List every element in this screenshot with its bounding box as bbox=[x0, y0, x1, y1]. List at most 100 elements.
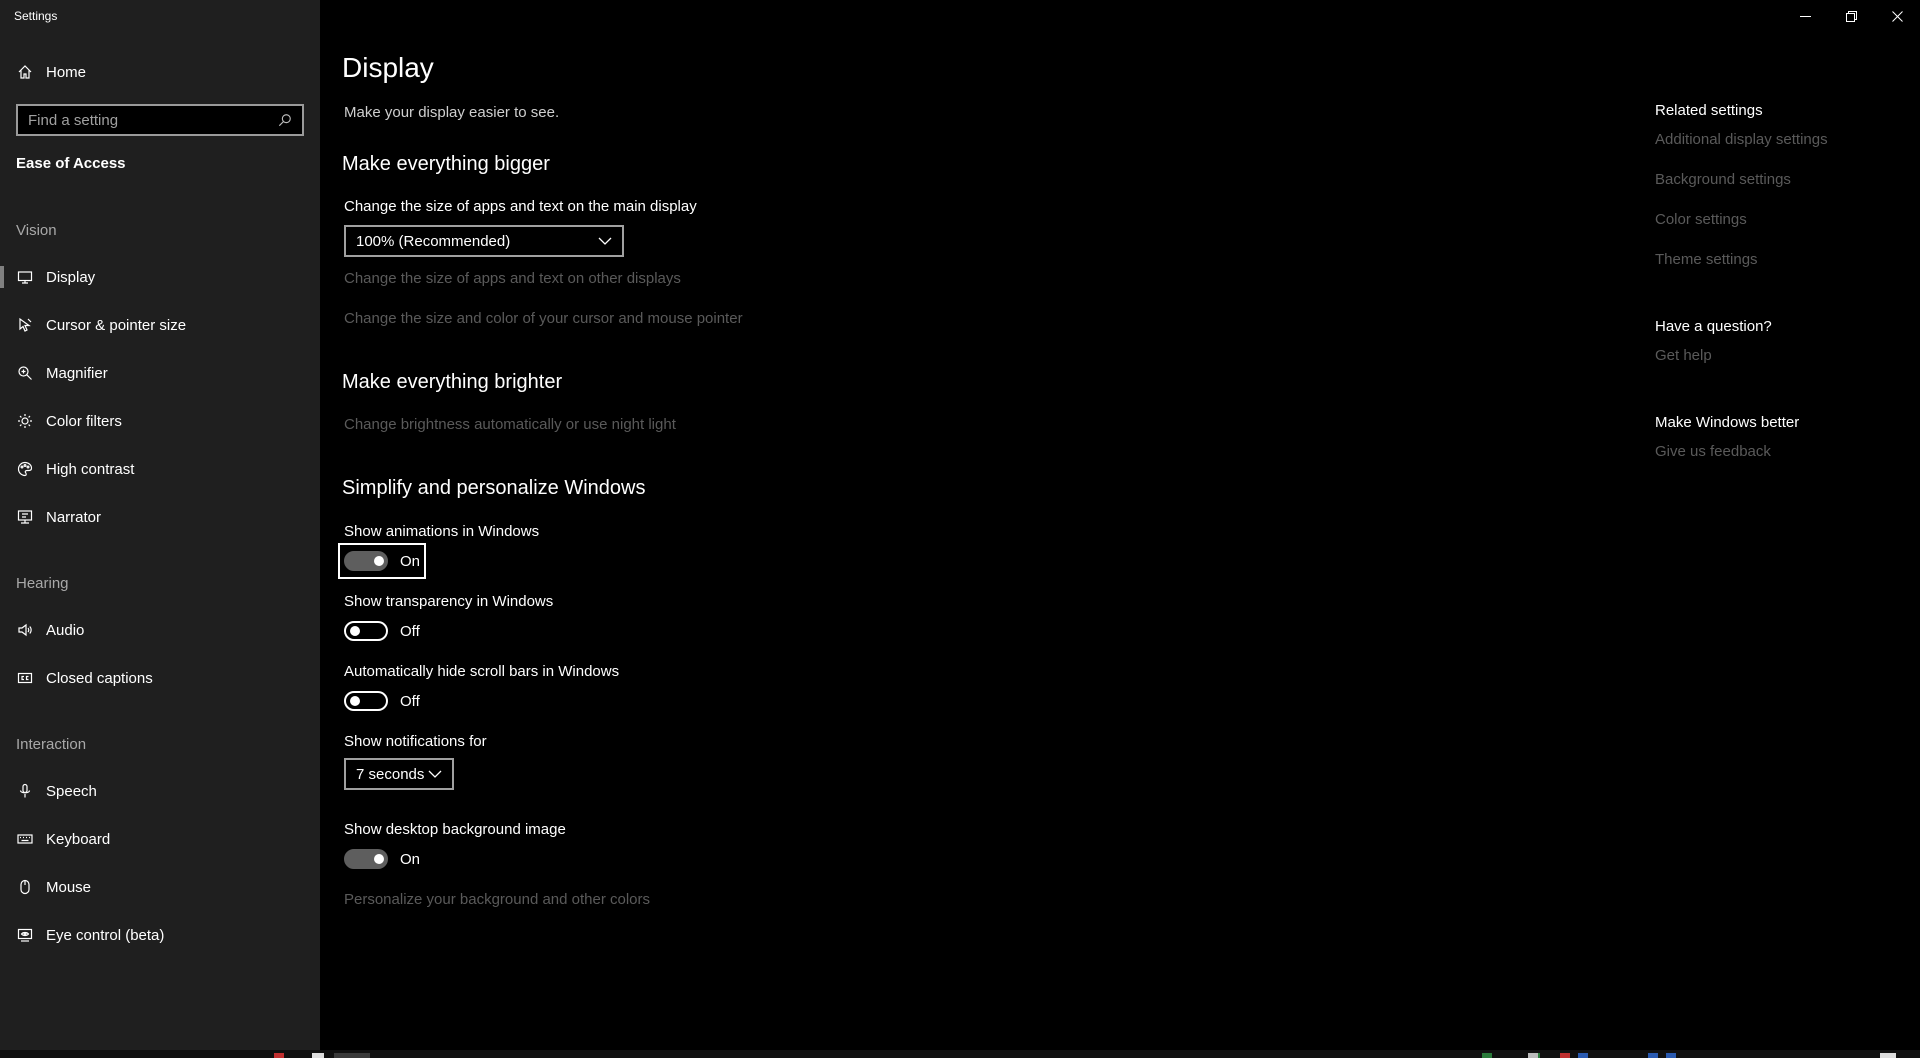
page-subtitle: Make your display easier to see. bbox=[344, 104, 560, 121]
sidebar-item-label: Audio bbox=[46, 621, 85, 639]
toggle-knob bbox=[374, 854, 384, 864]
sidebar-item-display[interactable]: Display bbox=[0, 257, 320, 297]
question-heading: Have a question? bbox=[1655, 318, 1772, 335]
sidebar-item-label: Color filters bbox=[46, 412, 122, 430]
sidebar-item-label: Keyboard bbox=[46, 830, 111, 848]
taskbar-app-icon[interactable] bbox=[1880, 1053, 1896, 1058]
better-heading: Make Windows better bbox=[1655, 414, 1800, 431]
sidebar-item-label: Mouse bbox=[46, 878, 92, 896]
sidebar-item-label: High contrast bbox=[46, 460, 135, 478]
magnifier-icon bbox=[0, 365, 46, 381]
notifications-dropdown[interactable]: 7 seconds bbox=[344, 758, 454, 790]
sidebar-item-magnifier[interactable]: Magnifier bbox=[0, 353, 320, 393]
narrator-icon bbox=[0, 509, 46, 525]
transparency-toggle[interactable] bbox=[344, 621, 388, 641]
cc-icon bbox=[0, 670, 46, 686]
scrollbars-toggle-row[interactable]: Off bbox=[344, 689, 420, 713]
speaker-icon bbox=[0, 622, 46, 638]
background-settings-link[interactable]: Background settings bbox=[1655, 171, 1791, 188]
sun-icon bbox=[0, 413, 46, 429]
taskbar-app-icon[interactable] bbox=[1666, 1053, 1676, 1058]
animations-toggle[interactable] bbox=[344, 551, 388, 571]
toggle-knob bbox=[350, 696, 360, 706]
brightness-link[interactable]: Change brightness automatically or use n… bbox=[344, 416, 676, 433]
scrollbars-toggle[interactable] bbox=[344, 691, 388, 711]
theme-settings-link[interactable]: Theme settings bbox=[1655, 251, 1758, 268]
close-button[interactable] bbox=[1874, 0, 1920, 32]
scale-label: Change the size of apps and text on the … bbox=[344, 198, 697, 215]
taskbar-app-icon[interactable] bbox=[1482, 1053, 1492, 1058]
window-controls bbox=[1782, 0, 1920, 32]
heading-make-brighter: Make everything brighter bbox=[342, 371, 563, 393]
home-label: Home bbox=[46, 63, 87, 81]
chevron-down-icon bbox=[428, 770, 442, 778]
personalize-link[interactable]: Personalize your background and other co… bbox=[344, 891, 650, 908]
color-settings-link[interactable]: Color settings bbox=[1655, 211, 1747, 228]
group-header-hearing: Hearing bbox=[16, 575, 69, 592]
scrollbars-label: Automatically hide scroll bars in Window… bbox=[344, 663, 620, 680]
heading-make-bigger: Make everything bigger bbox=[342, 153, 550, 175]
sidebar-item-label: Magnifier bbox=[46, 364, 108, 382]
scrollbars-state: Off bbox=[400, 692, 420, 710]
taskbar-app-icon[interactable] bbox=[312, 1053, 324, 1058]
search-icon[interactable] bbox=[278, 113, 292, 127]
notifications-label: Show notifications for bbox=[344, 733, 487, 750]
additional-display-settings-link[interactable]: Additional display settings bbox=[1655, 131, 1828, 148]
background-state: On bbox=[400, 850, 421, 868]
sidebar-item-narrator[interactable]: Narrator bbox=[0, 497, 320, 537]
feedback-link[interactable]: Give us feedback bbox=[1655, 443, 1771, 460]
taskbar-app-icon[interactable] bbox=[1578, 1053, 1588, 1058]
scale-dropdown[interactable]: 100% (Recommended) bbox=[344, 225, 624, 257]
background-toggle[interactable] bbox=[344, 849, 388, 869]
sidebar-item-keyboard[interactable]: Keyboard bbox=[0, 819, 320, 859]
chevron-down-icon bbox=[598, 237, 612, 245]
animations-toggle-row[interactable]: On bbox=[337, 543, 427, 579]
get-help-link[interactable]: Get help bbox=[1655, 347, 1712, 364]
background-toggle-row[interactable]: On bbox=[344, 847, 420, 871]
toggle-knob bbox=[374, 556, 384, 566]
section-title: Ease of Access bbox=[16, 155, 126, 172]
search-input[interactable] bbox=[28, 111, 268, 129]
transparency-label: Show transparency in Windows bbox=[344, 593, 554, 610]
palette-icon bbox=[0, 461, 46, 477]
sidebar-item-audio[interactable]: Audio bbox=[0, 610, 320, 650]
sidebar-item-label: Closed captions bbox=[46, 669, 153, 687]
sidebar-item-speech[interactable]: Speech bbox=[0, 771, 320, 811]
page-title: Display bbox=[342, 52, 434, 83]
home-icon bbox=[0, 64, 46, 80]
sidebar-item-cursor[interactable]: Cursor & pointer size bbox=[0, 305, 320, 345]
minimize-icon bbox=[1799, 15, 1811, 17]
keyboard-icon bbox=[0, 831, 46, 847]
cursor-size-link[interactable]: Change the size and color of your cursor… bbox=[344, 310, 743, 327]
restore-icon bbox=[1845, 10, 1857, 22]
background-label: Show desktop background image bbox=[344, 821, 566, 838]
related-settings-heading: Related settings bbox=[1655, 102, 1763, 119]
transparency-toggle-row[interactable]: Off bbox=[344, 619, 420, 643]
sidebar-item-closed-captions[interactable]: Closed captions bbox=[0, 658, 320, 698]
taskbar-app-icon[interactable] bbox=[274, 1053, 284, 1058]
notifications-value: 7 seconds bbox=[356, 765, 425, 783]
nav-home[interactable]: Home bbox=[0, 56, 320, 88]
taskbar-app-icon[interactable] bbox=[1560, 1053, 1570, 1058]
sidebar-item-mouse[interactable]: Mouse bbox=[0, 867, 320, 907]
sidebar-item-eye-control[interactable]: Eye control (beta) bbox=[0, 915, 320, 955]
settings-window: Home Ease of Access Vision Display Curso… bbox=[0, 0, 1920, 1058]
taskbar-app-icon[interactable] bbox=[334, 1053, 370, 1058]
taskbar bbox=[0, 1050, 1920, 1058]
sidebar-item-label: Cursor & pointer size bbox=[46, 316, 187, 334]
taskbar-app-icon[interactable] bbox=[1528, 1053, 1538, 1058]
cursor-icon bbox=[0, 317, 46, 333]
eye-control-icon bbox=[0, 927, 46, 943]
other-displays-link[interactable]: Change the size of apps and text on othe… bbox=[344, 270, 681, 287]
minimize-button[interactable] bbox=[1782, 0, 1828, 32]
sidebar-item-color-filters[interactable]: Color filters bbox=[0, 401, 320, 441]
restore-button[interactable] bbox=[1828, 0, 1874, 32]
taskbar-app-icon[interactable] bbox=[1648, 1053, 1658, 1058]
sidebar-item-label: Speech bbox=[46, 782, 97, 800]
close-icon bbox=[1891, 10, 1903, 22]
animations-state: On bbox=[400, 552, 421, 570]
window-title: Settings bbox=[14, 9, 58, 23]
search-box[interactable] bbox=[16, 104, 304, 136]
sidebar-item-high-contrast[interactable]: High contrast bbox=[0, 449, 320, 489]
monitor-icon bbox=[0, 269, 46, 285]
